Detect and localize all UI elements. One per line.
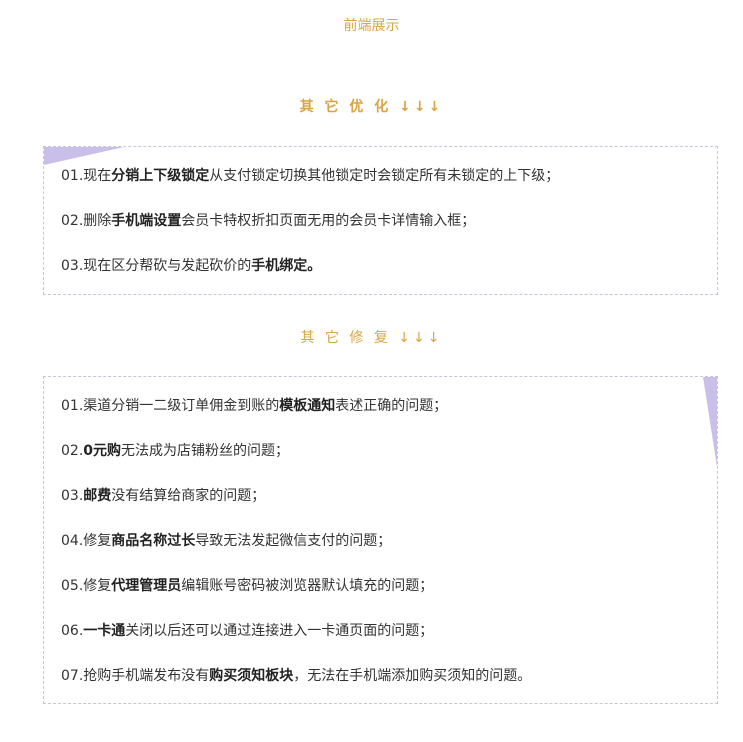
list-item: 03.邮费没有结算给商家的问题；: [61, 488, 266, 504]
section-title-optimization: 其 它 优 化 ↓↓↓: [299, 99, 444, 115]
list-item: 02.删除手机端设置会员卡特权折扣页面无用的会员卡详情输入框；: [61, 213, 476, 229]
corner-decoration-icon: [703, 377, 717, 467]
list-item: 05.修复代理管理员编辑账号密码被浏览器默认填充的问题；: [61, 578, 434, 594]
section-title-fixes: 其 它 修 复 ↓↓↓: [300, 330, 443, 346]
list-item: 01.现在分销上下级锁定从支付锁定切换其他锁定时会锁定所有未锁定的上下级；: [61, 168, 560, 184]
corner-decoration-icon: [44, 147, 124, 165]
list-item: 04.修复商品名称过长导致无法发起微信支付的问题；: [61, 533, 392, 549]
optimization-box: 01.现在分销上下级锁定从支付锁定切换其他锁定时会锁定所有未锁定的上下级； 02…: [43, 146, 718, 295]
list-item: 02.0元购无法成为店铺粉丝的问题；: [61, 443, 290, 459]
list-item: 01.渠道分销一二级订单佣金到账的模板通知表述正确的问题；: [61, 398, 448, 414]
fixes-box: 01.渠道分销一二级订单佣金到账的模板通知表述正确的问题； 02.0元购无法成为…: [43, 376, 718, 704]
list-item: 03.现在区分帮砍与发起砍价的手机绑定。: [61, 258, 322, 274]
list-item: 06.一卡通关闭以后还可以通过连接进入一卡通页面的问题；: [61, 623, 434, 639]
list-item: 07.抢购手机端发布没有购买须知板块，无法在手机端添加购买须知的问题。: [61, 668, 532, 684]
top-title: 前端展示: [343, 18, 400, 34]
